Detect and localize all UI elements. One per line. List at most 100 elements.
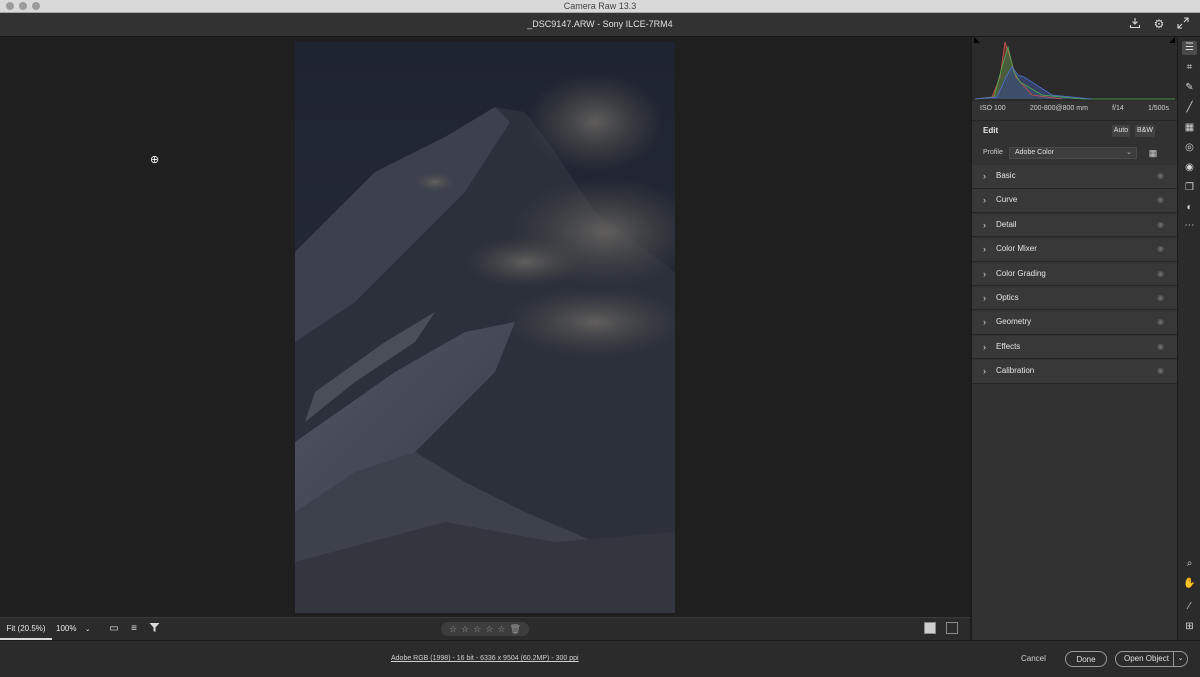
- zoom-cursor-icon: ⊕: [150, 154, 160, 166]
- tool-strip: ☰ ⌗ ✎ ╱ ▦ ◎ ◉ ❐ ◐ ⋯ ⌕ ✋ ⁄ ⊞: [1177, 37, 1200, 640]
- profile-row: Profile Adobe Color ⌄ ▦: [972, 143, 1177, 163]
- section-basic[interactable]: › Basic ◉: [972, 165, 1177, 189]
- star-icon[interactable]: ☆: [461, 622, 469, 636]
- adjustment-brush-icon[interactable]: ╱: [1182, 101, 1197, 115]
- visibility-eye-icon[interactable]: ◉: [1157, 238, 1164, 260]
- auto-button[interactable]: Auto: [1112, 125, 1130, 137]
- save-icon[interactable]: [1128, 17, 1142, 31]
- section-label: Calibration: [996, 366, 1035, 376]
- section-label: Effects: [996, 341, 1021, 351]
- radial-filter-icon[interactable]: ◎: [1182, 141, 1197, 155]
- section-effects[interactable]: › Effects ◉: [972, 335, 1177, 360]
- highlight-clipping-icon: [1169, 37, 1175, 43]
- sort-icon[interactable]: ≡: [127, 622, 141, 636]
- chevron-right-icon: ›: [983, 341, 986, 352]
- chevron-right-icon: ›: [983, 317, 986, 328]
- star-icon[interactable]: ☆: [485, 622, 493, 636]
- footer-bar: Adobe RGB (1998) - 16 bit - 6336 x 9504 …: [0, 640, 1200, 677]
- shutter-value: 1/500s: [1147, 105, 1169, 112]
- chevron-right-icon: ›: [983, 366, 986, 377]
- grid-overlay-icon[interactable]: ⊞: [1182, 620, 1197, 634]
- visibility-eye-icon[interactable]: ◉: [1157, 360, 1164, 382]
- settings-gear-icon[interactable]: ⚙: [1152, 17, 1166, 31]
- filter-icon[interactable]: [147, 622, 161, 636]
- chevron-right-icon: ›: [983, 171, 986, 181]
- visibility-eye-icon[interactable]: ◉: [1157, 287, 1164, 309]
- section-color-mixer[interactable]: › Color Mixer ◉: [972, 238, 1177, 262]
- chevron-down-icon: ⌄: [1126, 149, 1132, 156]
- section-curve[interactable]: › Curve ◉: [972, 189, 1177, 213]
- red-eye-icon[interactable]: ◉: [1182, 161, 1197, 175]
- photo-preview[interactable]: [295, 42, 675, 613]
- visibility-eye-icon[interactable]: ◉: [1157, 311, 1164, 333]
- snapshots-icon[interactable]: ❐: [1182, 181, 1197, 195]
- profile-label: Profile: [983, 149, 1003, 156]
- zoom-fit-button[interactable]: Fit (20.5%): [0, 618, 52, 640]
- section-calibration[interactable]: › Calibration ◉: [972, 360, 1177, 384]
- iso-value: ISO 100: [980, 105, 1006, 112]
- before-after-icon[interactable]: [946, 622, 958, 634]
- aperture-value: f/14: [1112, 105, 1124, 112]
- file-header-bar: _DSC9147.ARW - Sony ILCE-7RM4 ⚙: [0, 13, 1200, 37]
- header-actions: ⚙: [1128, 17, 1190, 31]
- star-icon[interactable]: ☆: [449, 622, 457, 636]
- visibility-eye-icon[interactable]: ◉: [1157, 336, 1164, 358]
- visibility-eye-icon[interactable]: ◉: [1157, 189, 1164, 211]
- exif-info: ISO 100 200-800@800 mm f/14 1/500s: [972, 101, 1177, 117]
- section-label: Basic: [996, 171, 1016, 180]
- spot-removal-icon[interactable]: ✎: [1182, 81, 1197, 95]
- file-name: _DSC9147.ARW - Sony ILCE-7RM4: [527, 19, 673, 29]
- trash-icon[interactable]: 🗑: [509, 622, 520, 636]
- section-label: Curve: [996, 195, 1018, 205]
- zoom-level-dropdown[interactable]: 100% ⌄: [56, 618, 96, 640]
- star-rating[interactable]: ☆ ☆ ☆ ☆ ☆ 🗑: [441, 622, 529, 636]
- filmstrip-icon[interactable]: ▭: [107, 622, 121, 636]
- done-button[interactable]: Done: [1065, 651, 1107, 667]
- image-preview-area[interactable]: ⊕: [0, 37, 970, 617]
- open-object-label: Open Object: [1124, 654, 1169, 663]
- lens-value: 200-800@800 mm: [1029, 105, 1088, 112]
- visibility-eye-icon[interactable]: ◉: [1157, 165, 1164, 187]
- visibility-eye-icon[interactable]: ◉: [1157, 263, 1164, 285]
- edit-sections: › Basic ◉ › Curve ◉ › Detail ◉ › Color M…: [972, 165, 1177, 385]
- chevron-right-icon: ›: [983, 292, 986, 303]
- edit-panel: ISO 100 200-800@800 mm f/14 1/500s Edit …: [971, 37, 1177, 640]
- view-toolbar: Fit (20.5%) 100% ⌄ ▭ ≡ ☆ ☆ ☆ ☆ ☆ 🗑: [0, 617, 970, 641]
- zoom-level-value: 100%: [56, 624, 77, 633]
- edit-sliders-icon[interactable]: ☰: [1182, 41, 1197, 55]
- crop-icon[interactable]: ⌗: [1182, 61, 1197, 75]
- shadow-clipping-icon: [974, 37, 980, 43]
- workflow-options-link[interactable]: Adobe RGB (1998) - 16 bit - 6336 x 9504 …: [391, 641, 579, 677]
- open-object-button[interactable]: Open Object ⌄: [1115, 651, 1188, 667]
- presets-icon[interactable]: ◐: [1182, 201, 1197, 215]
- fullscreen-icon[interactable]: [1176, 17, 1190, 31]
- cancel-button[interactable]: Cancel: [1021, 651, 1046, 667]
- color-sampler-icon[interactable]: ⁄: [1182, 600, 1197, 614]
- edit-title: Edit: [983, 126, 999, 135]
- more-icon[interactable]: ⋯: [1182, 219, 1197, 233]
- section-geometry[interactable]: › Geometry ◉: [972, 311, 1177, 335]
- chevron-down-icon: ⌄: [84, 626, 91, 633]
- profile-select[interactable]: Adobe Color ⌄: [1009, 147, 1137, 159]
- window-title-bar: Camera Raw 13.3: [0, 0, 1200, 13]
- chevron-down-icon[interactable]: ⌄: [1173, 652, 1187, 666]
- single-view-icon[interactable]: [924, 622, 936, 634]
- star-icon[interactable]: ☆: [497, 622, 505, 636]
- section-color-grading[interactable]: › Color Grading ◉: [972, 262, 1177, 287]
- chevron-right-icon: ›: [983, 219, 986, 230]
- section-optics[interactable]: › Optics ◉: [972, 286, 1177, 311]
- profile-value: Adobe Color: [1015, 149, 1054, 156]
- bw-button[interactable]: B&W: [1135, 125, 1155, 137]
- section-label: Detail: [996, 219, 1017, 229]
- graduated-filter-icon[interactable]: ▦: [1182, 121, 1197, 135]
- section-label: Color Grading: [996, 268, 1046, 278]
- section-label: Geometry: [996, 317, 1032, 327]
- visibility-eye-icon[interactable]: ◉: [1157, 214, 1164, 236]
- profile-browser-icon[interactable]: ▦: [1147, 147, 1159, 159]
- star-icon[interactable]: ☆: [473, 622, 481, 636]
- section-detail[interactable]: › Detail ◉: [972, 213, 1177, 238]
- zoom-icon[interactable]: ⌕: [1182, 557, 1197, 571]
- hand-icon[interactable]: ✋: [1182, 577, 1197, 591]
- section-label: Optics: [996, 292, 1019, 302]
- chevron-right-icon: ›: [983, 268, 986, 279]
